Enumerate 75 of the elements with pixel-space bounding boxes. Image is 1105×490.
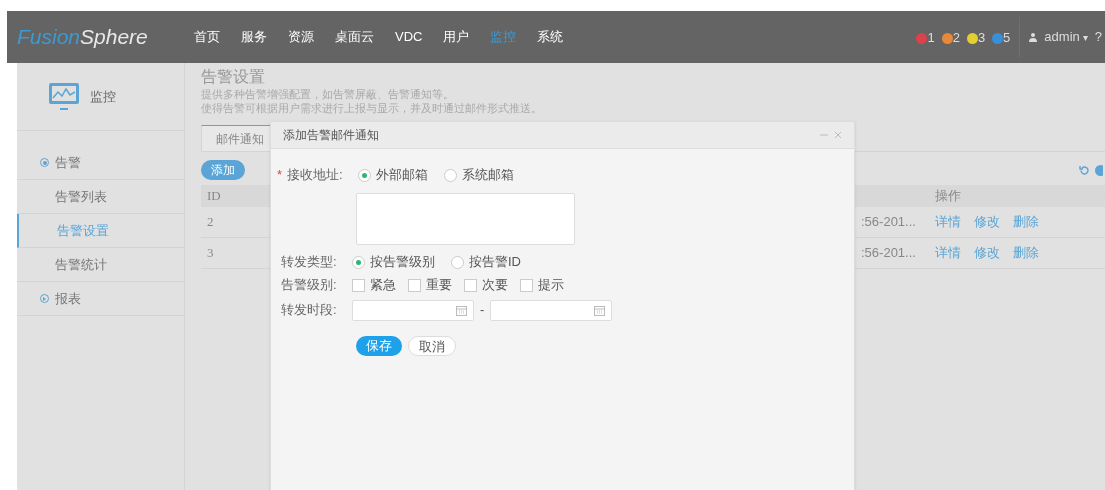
checkbox-label: 重要: [426, 276, 452, 295]
cancel-button[interactable]: 取消: [408, 336, 456, 356]
alarm-badge-icon[interactable]: [966, 32, 978, 44]
user-menu[interactable]: admin: [1044, 27, 1080, 47]
field-label: 转发时段:: [281, 301, 338, 320]
field-label: 转发类型:: [281, 253, 338, 272]
save-button[interactable]: 保存: [356, 336, 402, 356]
refresh-icon[interactable]: [1079, 164, 1090, 176]
action-link[interactable]: 修改: [974, 243, 1000, 263]
alarm-count: 3: [977, 30, 986, 44]
action-link[interactable]: 删除: [1013, 212, 1039, 232]
close-icon[interactable]: [834, 131, 842, 139]
checkbox[interactable]: [352, 278, 365, 292]
nav-item[interactable]: 资源: [288, 27, 314, 47]
add-button[interactable]: 添加: [201, 160, 245, 180]
alarm-badge-icon[interactable]: [992, 32, 1004, 44]
action-link[interactable]: 删除: [1013, 243, 1039, 263]
action-link[interactable]: 详情: [935, 243, 961, 263]
field-label: 接收地址:: [287, 166, 344, 185]
alarm-count: 1: [927, 30, 935, 44]
sidebar-group[interactable]: 报表: [17, 282, 184, 316]
calendar-icon[interactable]: [456, 304, 467, 316]
radio-button[interactable]: [352, 255, 365, 269]
radio-button[interactable]: [358, 168, 371, 182]
table-cell: 3: [207, 245, 214, 261]
radio-label: 系统邮箱: [462, 166, 514, 185]
nav-item[interactable]: 桌面云: [335, 27, 374, 47]
radio-button[interactable]: [451, 255, 464, 269]
checkbox[interactable]: [464, 278, 477, 292]
checkbox-label: 次要: [482, 276, 508, 295]
sidebar-group[interactable]: 告警: [17, 146, 184, 180]
address-field[interactable]: [356, 193, 575, 245]
nav-item[interactable]: 用户: [443, 27, 470, 47]
action-link[interactable]: 详情: [935, 212, 961, 232]
radio-label: 外部邮箱: [376, 166, 428, 185]
nav-item[interactable]: 系统: [537, 27, 564, 47]
checkbox-label: 紧急: [370, 276, 396, 295]
caret-icon[interactable]: ▾: [1082, 29, 1088, 45]
table-cell-text: :56-201...: [861, 244, 917, 263]
radio-label: 按告警ID: [469, 253, 521, 272]
help-menu[interactable]: ?: [1094, 27, 1102, 47]
app-logo: FusionSphere: [17, 24, 149, 51]
checkbox-label: 提示: [538, 276, 564, 295]
range-separator: -: [480, 301, 485, 320]
column-header: 操作: [935, 187, 961, 206]
nav-item[interactable]: VDC: [395, 27, 423, 47]
radio-button[interactable]: [444, 168, 457, 182]
dialog-title: 添加告警邮件通知: [283, 127, 379, 144]
field-label: 告警级别:: [281, 276, 338, 295]
checkbox[interactable]: [408, 278, 421, 292]
table-cell: 2: [207, 214, 214, 230]
column-header: ID: [206, 187, 222, 206]
sidebar-item[interactable]: 告警统计: [17, 248, 184, 282]
sidebar-item[interactable]: 告警列表: [17, 180, 184, 214]
minimize-icon[interactable]: [820, 131, 828, 139]
required-mark: *: [277, 166, 281, 185]
end-date-field[interactable]: [490, 299, 613, 321]
alarm-count: 2: [952, 30, 960, 44]
alarm-badge-icon[interactable]: [941, 32, 953, 44]
page-title: 告警设置: [201, 67, 266, 87]
start-date-field[interactable]: [352, 299, 474, 321]
table-cell-text: :56-201...: [861, 213, 917, 232]
sidebar-title: 监控: [90, 87, 116, 106]
nav-item[interactable]: 服务: [241, 27, 267, 47]
help-icon[interactable]: [1095, 164, 1103, 176]
action-link[interactable]: 修改: [974, 212, 1000, 232]
nav-item[interactable]: 监控: [490, 27, 517, 47]
alarm-count: 5: [1003, 30, 1011, 44]
user-icon: [1029, 32, 1038, 42]
nav-item[interactable]: 首页: [194, 27, 220, 47]
radio-label: 按告警级别: [370, 253, 435, 272]
monitor-icon: [48, 81, 80, 112]
checkbox[interactable]: [520, 278, 533, 292]
sidebar-item[interactable]: 告警设置: [17, 214, 184, 248]
calendar-icon[interactable]: [594, 304, 606, 316]
